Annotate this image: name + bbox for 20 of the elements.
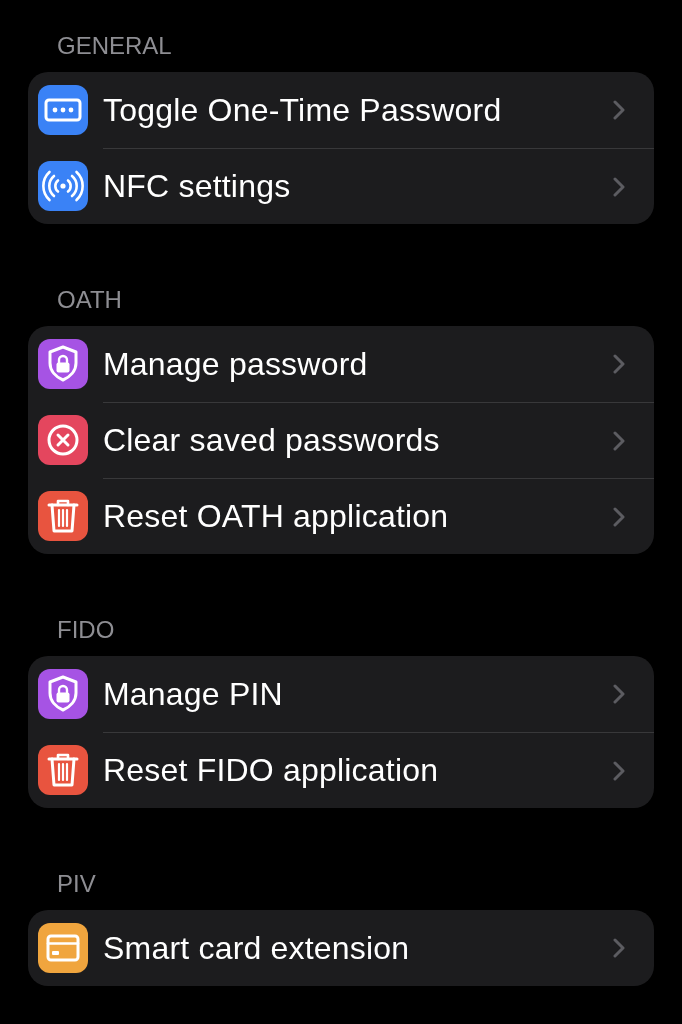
settings-row[interactable]: Manage PIN: [28, 656, 654, 732]
chevron-right-icon: [613, 100, 625, 120]
chevron-right-icon: [613, 684, 625, 704]
section-header: OATH: [56, 286, 123, 314]
chevron-right-icon: [613, 760, 625, 781]
settings-row[interactable]: Toggle One-Time Password: [28, 72, 654, 148]
settings-row[interactable]: Clear saved passwords: [28, 402, 654, 478]
settings-row[interactable]: Manage password: [28, 326, 654, 402]
section-header: GENERAL: [56, 32, 173, 60]
settings-row[interactable]: NFC settings: [28, 148, 654, 224]
settings-row[interactable]: Smart card extension: [28, 910, 654, 986]
section-header: FIDO: [56, 616, 116, 644]
chevron-right-icon: [613, 430, 625, 451]
settings-row[interactable]: Reset FIDO application: [28, 732, 654, 808]
settings-row[interactable]: Reset OATH application: [28, 478, 654, 554]
section-header: PIV: [56, 870, 97, 898]
chevron-right-icon: [613, 506, 625, 527]
chevron-right-icon: [613, 354, 625, 374]
chevron-right-icon: [613, 176, 625, 197]
chevron-right-icon: [613, 938, 625, 958]
